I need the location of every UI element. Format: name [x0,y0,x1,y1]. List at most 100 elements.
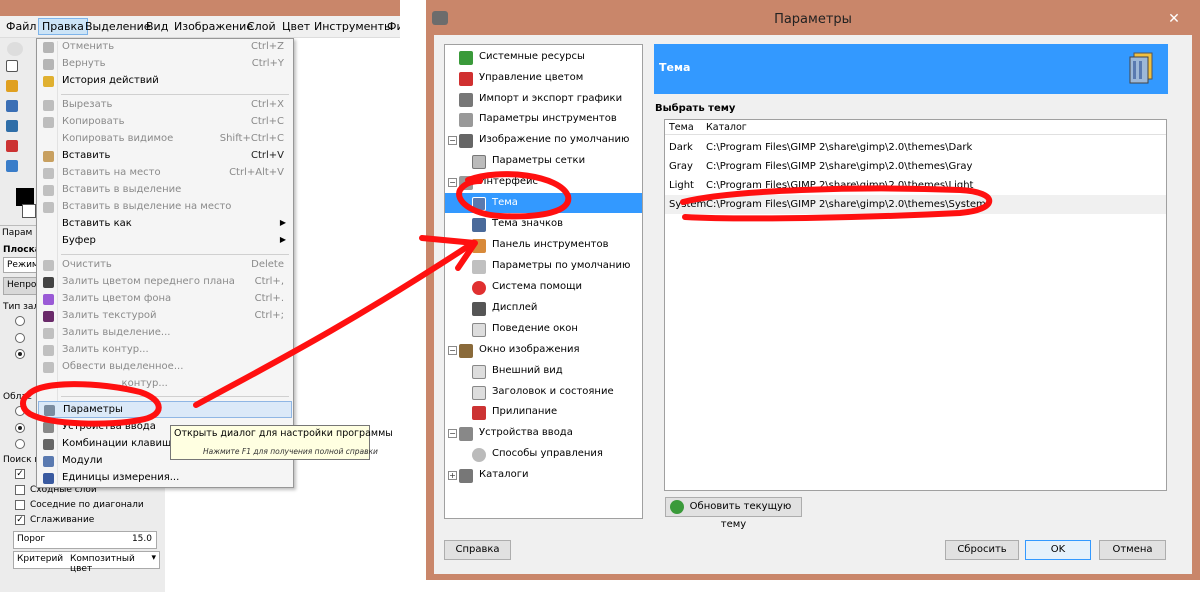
opacity-field[interactable]: Непрозр [3,277,47,295]
stroke-selection-icon [43,362,54,373]
controllers-icon [472,448,486,462]
menu-item-fill-bg[interactable]: Залить цветом фона Ctrl+. [38,291,292,308]
tool-options-icon [459,113,473,127]
column-header-theme[interactable]: Тема [669,122,694,133]
reset-button[interactable]: Сбросить [945,540,1019,560]
tool-options-tab[interactable]: Парам [2,228,32,238]
tree-item-window-management[interactable]: Поведение окон [445,319,642,339]
title-status-icon [472,386,486,400]
tree-item-icon-theme[interactable]: Тема значков [445,214,642,234]
menu-item-copy[interactable]: Копировать Ctrl+C [38,114,292,131]
fill-radio-1[interactable] [15,316,25,326]
tree-item-help-system[interactable]: Система помощи [445,277,642,297]
area-radio-1[interactable] [15,406,25,416]
close-button[interactable]: ✕ [1160,8,1188,30]
similar-checkbox[interactable] [15,485,25,495]
menu-item-cut[interactable]: Вырезать Ctrl+X [38,97,292,114]
tree-item-system-resources[interactable]: Системные ресурсы [445,47,642,67]
tree-item-interface[interactable]: − Интерфейс [445,172,642,192]
gimp-titlebar [0,0,400,16]
folders-icon [459,469,473,483]
menu-edit[interactable]: Правка [38,18,88,35]
cancel-button[interactable]: Отмена [1099,540,1166,560]
tree-item-folders[interactable]: + Каталоги [445,465,642,485]
eraser-icon[interactable] [6,140,18,152]
menu-item-paste-in-place[interactable]: Вставить на место Ctrl+Alt+V [38,165,292,182]
fill-radio-3[interactable] [15,349,25,359]
refresh-theme-button[interactable]: Обновить текущую тему [665,497,802,530]
fill-pattern-icon [43,311,54,322]
tree-item-import-export[interactable]: Импорт и экспорт графики [445,89,642,109]
menu-item-stroke-selection[interactable]: Обвести выделенное... [38,359,292,376]
diagonal-checkbox[interactable] [15,500,25,510]
theme-row[interactable]: Gray C:\Program Files\GIMP 2\share\gimp\2… [665,157,1166,176]
theme-row[interactable]: Dark C:\Program Files\GIMP 2\share\gimp\2… [665,138,1166,157]
tree-item-theme[interactable]: Тема [445,193,642,213]
tree-item-input-controllers[interactable]: Способы управления [445,444,642,464]
menu-layer[interactable]: Слой [244,19,279,34]
menu-item-paste-as[interactable]: Вставить как ▶ [38,216,292,233]
criterion-select[interactable]: Критерий Композитный цвет ▾ [13,551,160,574]
menu-item-clear[interactable]: Очистить Delete [38,257,292,274]
lifebuoy-icon [472,281,486,295]
menu-item-fill-pattern[interactable]: Залить текстурой Ctrl+; [38,308,292,325]
move-icon[interactable] [6,100,18,112]
tree-item-input-devices[interactable]: − Устройства ввода [445,423,642,443]
dodge-icon[interactable] [6,160,18,172]
tree-item-default-image[interactable]: − Изображение по умолчанию [445,130,642,150]
checkbox-1[interactable]: ✓ [15,469,25,479]
menu-item-paste-into-in-place[interactable]: Вставить в выделение на место [38,199,292,216]
rect-select-icon[interactable] [6,60,18,72]
preferences-dialog: Параметры ✕ Системные ресурсы Управление… [426,0,1200,580]
tree-item-snapping[interactable]: Прилипание [445,402,642,422]
bg-color-swatch[interactable] [22,204,36,218]
mode-field[interactable]: Режим [3,257,39,273]
menu-item-redo[interactable]: Вернуть Ctrl+Y [38,56,292,73]
threshold-slider[interactable]: Порог 15.0 [13,531,157,549]
menu-view[interactable]: Вид [143,19,171,34]
tree-item-appearance[interactable]: Внешний вид [445,361,642,381]
menu-item-history[interactable]: История действий [38,73,292,90]
fuzzy-select-icon[interactable] [6,80,18,92]
area-label: Облас [3,392,32,402]
area-radio-2[interactable] [15,423,25,433]
tooltip: Открыть диалог для настройки программы Н… [170,425,393,460]
menu-item-paste[interactable]: Вставить Ctrl+V [38,148,292,165]
menu-item-fill-path[interactable]: Залить контур... [38,342,292,359]
transform-icon[interactable] [6,120,18,132]
menu-item-paste-into[interactable]: Вставить в выделение [38,182,292,199]
fill-radio-2[interactable] [15,333,25,343]
collapse-icon: − [448,136,457,145]
tree-item-image-window[interactable]: − Окно изображения [445,340,642,360]
antialias-checkbox[interactable]: ✓ [15,515,25,525]
input-devices-icon [459,427,473,441]
help-button[interactable]: Справка [444,540,511,560]
area-radio-3[interactable] [15,439,25,449]
menu-file[interactable]: Файл [3,19,39,34]
menu-item-buffer[interactable]: Буфер ▶ [38,233,292,250]
menu-item-units[interactable]: Единицы измерения... [38,470,292,487]
menu-item-fill-fg[interactable]: Залить цветом переднего плана Ctrl+, [38,274,292,291]
menu-item-copy-visible[interactable]: Копировать видимое Shift+Ctrl+C [38,131,292,148]
tree-item-defaults[interactable]: Параметры по умолчанию [445,256,642,276]
menu-item-undo[interactable]: Отменить Ctrl+Z [38,39,292,56]
menu-item-fill-selection[interactable]: Залить выделение... [38,325,292,342]
ok-button[interactable]: OK [1025,540,1091,560]
tree-item-color-management[interactable]: Управление цветом [445,68,642,88]
menu-item-stroke-path[interactable]: ...контур... [38,376,292,393]
input-devices-icon [43,422,54,433]
theme-row-selected[interactable]: System C:\Program Files\GIMP 2\share\gimp… [665,195,1166,214]
theme-row[interactable]: Light C:\Program Files\GIMP 2\share\gimp\… [665,176,1166,195]
menu-tools[interactable]: Инструменты [311,19,396,34]
menu-item-preferences[interactable]: Параметры [38,401,292,418]
tree-item-title-status[interactable]: Заголовок и состояние [445,382,642,402]
tree-item-toolbox[interactable]: Панель инструментов [445,235,642,255]
menu-color[interactable]: Цвет [279,19,313,34]
tree-item-tool-options[interactable]: Параметры инструментов [445,109,642,129]
tree-item-grid[interactable]: Параметры сетки [445,151,642,171]
menu-filters[interactable]: Фи [384,19,400,34]
column-header-folder[interactable]: Каталог [706,122,747,133]
cut-icon [43,100,54,111]
tree-item-display[interactable]: Дисплей [445,298,642,318]
fill-selection-icon [43,328,54,339]
